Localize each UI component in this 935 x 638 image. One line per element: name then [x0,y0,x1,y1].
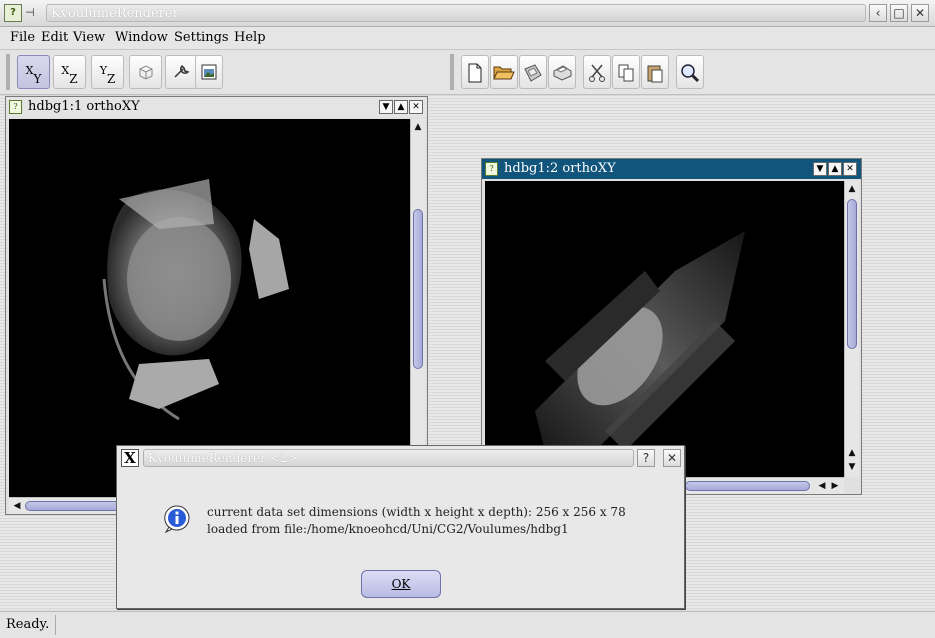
menu-window[interactable]: Window [115,30,168,45]
scroll-down-icon[interactable]: ▼ [846,461,858,473]
subwindow-right-maximize[interactable]: ▲ [828,162,842,176]
copy-icon [618,64,634,82]
info-dialog[interactable]: X KvoulumeRenderer <2> ? ✕ current data … [116,445,685,609]
render-view-left[interactable] [9,119,410,497]
doc-icon: ? [485,162,498,176]
right-hscroll-thumb[interactable] [685,481,810,491]
info-icon [163,504,191,534]
dialog-message: current data set dimensions (width x hei… [207,504,626,538]
subwindow-right-close[interactable]: ✕ [843,162,857,176]
subwindow-left-minimize[interactable]: ▼ [379,100,393,114]
x-logo-icon[interactable]: X [121,449,139,467]
paste-button[interactable] [641,55,669,89]
view-xy-button[interactable]: XY [17,55,50,89]
dialog-help-button[interactable]: ? [637,449,655,467]
menu-view[interactable]: View [73,30,105,45]
dialog-title[interactable]: KvoulumeRenderer <2> [143,449,634,467]
copy-button[interactable] [612,55,640,89]
left-vertical-scrollbar[interactable]: ▲ [410,119,425,497]
view-yz-sub: Z [106,72,116,86]
paste-icon [647,65,663,83]
menu-file[interactable]: File [10,30,35,45]
new-file-button[interactable] [461,55,489,89]
zoom-icon [681,64,700,83]
cut-button[interactable] [583,55,611,89]
export-image-icon [201,64,217,80]
open-folder-icon [493,66,515,80]
subwindow-right-titlebar[interactable]: ? hdbg1:2 orthoXY [482,159,861,179]
scroll-right-icon[interactable]: ▶ [829,480,841,492]
status-bar: Ready. [0,611,935,638]
toolbar-handle-2[interactable] [450,54,454,90]
doc-icon: ? [9,100,22,114]
maximize-button[interactable]: □ [890,4,908,22]
scroll-up-icon[interactable]: ▲ [846,183,858,195]
view-xy-sub: Y [33,72,42,86]
close-button[interactable]: ✕ [911,4,929,22]
window-title: KvoulumeRenderer [46,4,866,22]
new-file-icon [468,63,482,83]
cube-icon [139,65,152,80]
subwindow-left-title: hdbg1:1 orthoXY [28,99,140,114]
app-icon[interactable]: ? [4,4,22,22]
save-icon [524,64,542,82]
view-xz-button[interactable]: XZ [53,55,86,89]
dialog-line-file: loaded from file:/home/knoeohcd/Uni/CG2/… [207,522,569,536]
menu-edit[interactable]: Edit [41,30,68,45]
scroll-left-icon[interactable]: ◀ [816,480,828,492]
render-3d-button[interactable] [129,55,162,89]
scroll-up-icon[interactable]: ▲ [846,447,858,459]
cut-icon [589,64,605,82]
menu-settings[interactable]: Settings [174,30,229,45]
print-button[interactable] [548,55,576,89]
window-titlebar[interactable]: ? ⊣ KvoulumeRenderer ‹ □ ✕ [0,0,935,27]
ok-button[interactable]: OK [361,570,441,598]
settings-tool-button[interactable] [165,55,198,89]
subwindow-left-close[interactable]: ✕ [409,100,423,114]
export-image-button[interactable] [195,55,223,89]
subwindow-right-title: hdbg1:2 orthoXY [504,161,616,176]
right-vscroll-thumb[interactable] [847,199,857,349]
volume-render-image [535,231,745,451]
view-xz-sub: Z [69,72,78,86]
dialog-line-dimensions: current data set dimensions (width x hei… [207,505,626,519]
toolbar-handle[interactable] [6,54,10,90]
pin-icon[interactable]: ⊣ [25,6,43,20]
zoom-button[interactable] [676,55,704,89]
print-icon [553,65,572,81]
open-button[interactable] [490,55,518,89]
save-button[interactable] [519,55,547,89]
subwindow-left-maximize[interactable]: ▲ [394,100,408,114]
status-divider [55,615,56,635]
menu-bar: File Edit View Window Settings Help [0,27,935,50]
view-yz-top: Y [99,64,107,77]
status-text: Ready. [6,617,50,632]
wrench-icon [173,64,189,78]
volume-slice-image [102,179,289,421]
right-vertical-scrollbar[interactable]: ▲ ▲ ▼ [844,181,859,477]
scroll-left-icon[interactable]: ◀ [11,500,23,512]
menu-help[interactable]: Help [234,30,266,45]
left-vscroll-thumb[interactable] [413,209,423,369]
minimize-button[interactable]: ‹ [869,4,887,22]
subwindow-left-titlebar[interactable]: ? hdbg1:1 orthoXY [6,97,427,117]
scroll-up-icon[interactable]: ▲ [412,121,424,133]
subwindow-right-minimize[interactable]: ▼ [813,162,827,176]
dialog-close-button[interactable]: ✕ [663,449,681,467]
view-yz-button[interactable]: YZ [91,55,124,89]
render-view-right[interactable] [485,181,844,477]
toolbar: XY XZ YZ [0,50,935,95]
